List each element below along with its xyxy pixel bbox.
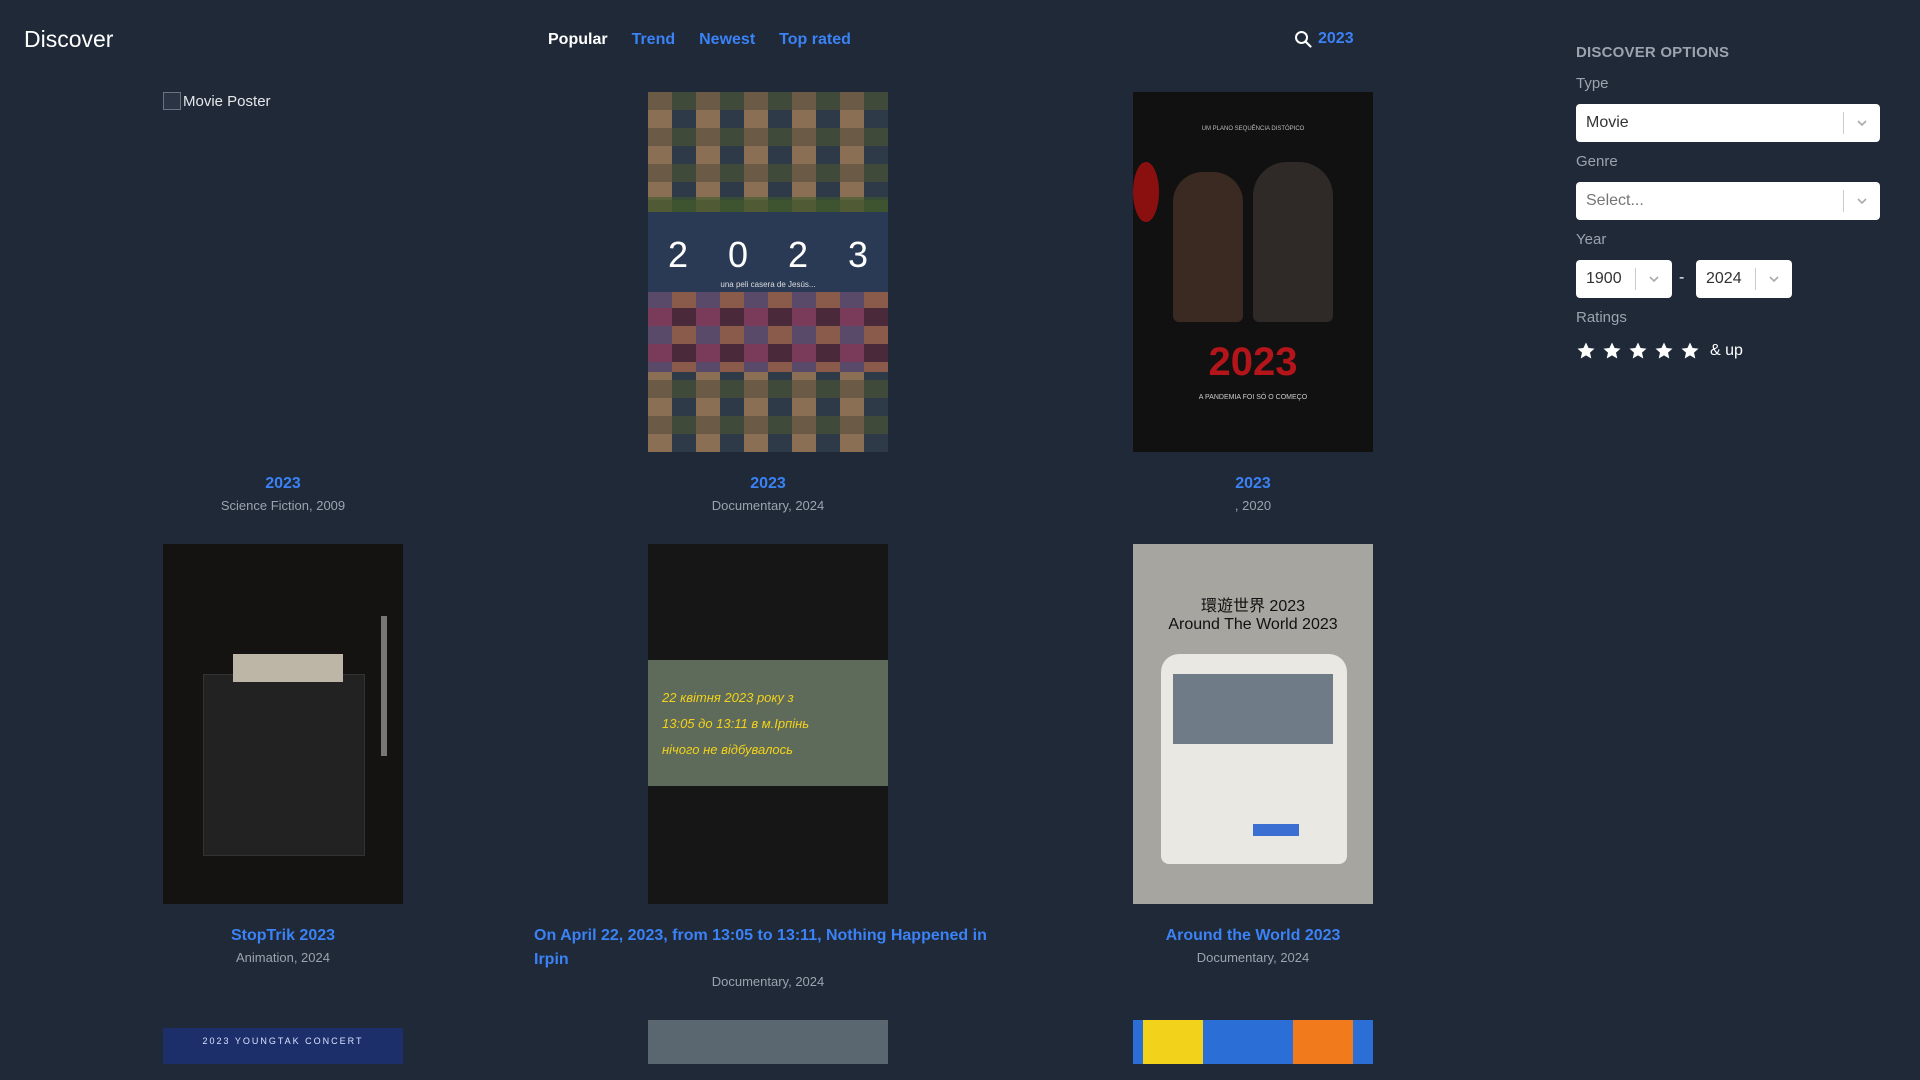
star-icon[interactable] bbox=[1680, 341, 1700, 361]
chevron-down-icon[interactable] bbox=[1756, 272, 1792, 286]
type-value: Movie bbox=[1586, 114, 1629, 131]
movie-card[interactable]: Movie Poster 2023 Science Fiction, 2009 bbox=[40, 92, 526, 513]
movie-poster[interactable] bbox=[163, 544, 403, 904]
poster-windshield bbox=[1173, 674, 1333, 744]
movie-card[interactable]: 2023 YOUNGTAK CONCERT bbox=[40, 1028, 526, 1064]
movie-poster[interactable]: 22 квітня 2023 року з 13:05 до 13:11 в м… bbox=[648, 544, 888, 904]
movie-card[interactable] bbox=[1010, 1020, 1496, 1064]
poster-text-line: нічого не відбувалось bbox=[662, 742, 793, 757]
poster-digit: 0 bbox=[727, 234, 749, 275]
discover-options-panel: DISCOVER OPTIONS Type Movie Genre Select… bbox=[1536, 0, 1920, 1080]
star-icon[interactable] bbox=[1628, 341, 1648, 361]
movie-meta: Documentary, 2024 bbox=[711, 498, 825, 513]
poster-paint bbox=[1293, 1020, 1353, 1064]
genre-placeholder: Select... bbox=[1586, 192, 1644, 209]
movie-poster[interactable]: 2 0 2 3 una peli casera de Jesús... bbox=[648, 92, 888, 452]
ratings-label: Ratings bbox=[1576, 309, 1627, 326]
tab-top-rated[interactable]: Top rated bbox=[779, 31, 851, 49]
poster-text-line: Around The World 2023 bbox=[1168, 616, 1338, 633]
poster-alt-text: Movie Poster bbox=[183, 92, 271, 110]
year-from-select[interactable]: 1900 bbox=[1576, 260, 1672, 298]
options-title: DISCOVER OPTIONS bbox=[1576, 44, 1730, 61]
year-from-value: 1900 bbox=[1586, 270, 1622, 287]
movie-card[interactable]: 2 0 2 3 una peli casera de Jesús... 2023… bbox=[525, 92, 1011, 513]
ratings-suffix: & up bbox=[1710, 342, 1743, 359]
type-label: Type bbox=[1576, 75, 1609, 92]
poster-plate bbox=[1253, 824, 1299, 836]
tab-trend[interactable]: Trend bbox=[632, 31, 676, 49]
movie-title[interactable]: On April 22, 2023, from 13:05 to 13:11, … bbox=[534, 924, 1011, 972]
year-label: Year bbox=[1576, 231, 1607, 248]
movie-card[interactable]: 22 квітня 2023 року з 13:05 до 13:11 в м… bbox=[525, 544, 1011, 989]
genre-select[interactable]: Select... bbox=[1576, 182, 1880, 220]
poster-digit: 2 bbox=[667, 234, 689, 275]
poster-digit: 3 bbox=[847, 234, 869, 275]
poster-figure-left bbox=[1173, 172, 1243, 322]
chevron-down-icon[interactable] bbox=[1844, 116, 1880, 130]
movie-card[interactable]: StopTrik 2023 Animation, 2024 bbox=[40, 544, 526, 965]
movie-title[interactable]: Around the World 2023 bbox=[1010, 924, 1496, 948]
movie-card[interactable] bbox=[525, 1020, 1011, 1064]
poster-rod bbox=[381, 616, 387, 756]
poster-year: 2023 bbox=[1208, 340, 1298, 384]
poster-splatter bbox=[1133, 162, 1159, 222]
search-link[interactable]: 2023 bbox=[1294, 30, 1354, 48]
type-select[interactable]: Movie bbox=[1576, 104, 1880, 142]
chevron-down-icon[interactable] bbox=[1844, 194, 1880, 208]
movie-title[interactable]: StopTrik 2023 bbox=[40, 924, 526, 948]
poster-text-line: 環遊世界 2023 bbox=[1200, 598, 1306, 615]
poster-digit: 2 bbox=[787, 234, 809, 275]
poster-machine bbox=[203, 674, 365, 856]
movie-card[interactable]: UM PLANO SEQUÊNCIA DISTÓPICO 2023 A PAND… bbox=[1010, 92, 1496, 513]
year-to-value: 2024 bbox=[1706, 270, 1742, 287]
search-query[interactable]: 2023 bbox=[1318, 30, 1354, 48]
chevron-down-icon[interactable] bbox=[1636, 272, 1672, 286]
brand-title[interactable]: Discover bbox=[24, 26, 113, 53]
star-icon[interactable] bbox=[1602, 341, 1622, 361]
search-icon bbox=[1295, 31, 1312, 48]
movie-poster[interactable]: 環遊世界 2023 Around The World 2023 bbox=[1133, 544, 1373, 904]
movie-poster[interactable] bbox=[648, 1020, 888, 1064]
main-content: Discover Popular Trend Newest Top rated … bbox=[0, 0, 1536, 1080]
poster-caption: una peli casera de Jesús... bbox=[720, 280, 816, 289]
movie-meta: Documentary, 2024 bbox=[711, 974, 825, 989]
poster-top-text: UM PLANO SEQUÊNCIA DISTÓPICO bbox=[1201, 126, 1305, 132]
poster-digits: 2 0 2 3 bbox=[648, 234, 888, 276]
star-icon[interactable] bbox=[1654, 341, 1674, 361]
movie-meta: Documentary, 2024 bbox=[1196, 950, 1310, 965]
movie-meta: Science Fiction, 2009 bbox=[220, 498, 346, 513]
poster-text-line: 13:05 до 13:11 в м.Ірпінь bbox=[662, 716, 810, 731]
movie-poster[interactable]: UM PLANO SEQUÊNCIA DISTÓPICO 2023 A PAND… bbox=[1133, 92, 1373, 452]
year-separator: - bbox=[1679, 269, 1685, 286]
movie-card[interactable]: 環遊世界 2023 Around The World 2023 Around t… bbox=[1010, 544, 1496, 965]
movie-poster-broken[interactable]: Movie Poster bbox=[163, 92, 403, 452]
poster-photo: 22 квітня 2023 року з 13:05 до 13:11 в м… bbox=[648, 660, 888, 786]
poster-tag: A PANDEMIA FOI SÓ O COMEÇO bbox=[1198, 394, 1308, 401]
poster-text-line: 22 квітня 2023 року з bbox=[662, 690, 794, 705]
movie-meta: Animation, 2024 bbox=[236, 950, 330, 965]
movie-title[interactable]: 2023 bbox=[40, 472, 526, 496]
broken-image: Movie Poster bbox=[163, 92, 271, 110]
sort-tabs: Popular Trend Newest Top rated bbox=[548, 31, 851, 49]
movie-meta: , 2020 bbox=[1234, 498, 1272, 513]
broken-image-icon bbox=[163, 92, 181, 110]
year-to-select[interactable]: 2024 bbox=[1696, 260, 1792, 298]
movie-title[interactable]: 2023 bbox=[525, 472, 1011, 496]
movie-poster[interactable] bbox=[1133, 1020, 1373, 1064]
poster-text: 2023 YOUNGTAK CONCERT bbox=[202, 1036, 364, 1046]
tab-newest[interactable]: Newest bbox=[699, 31, 755, 49]
star-icon[interactable] bbox=[1576, 341, 1596, 361]
poster-figure-right bbox=[1253, 162, 1333, 322]
ratings-stars[interactable]: & up bbox=[1576, 341, 1743, 361]
movie-title[interactable]: 2023 bbox=[1010, 472, 1496, 496]
genre-label: Genre bbox=[1576, 153, 1618, 170]
tab-popular[interactable]: Popular bbox=[548, 31, 608, 49]
poster-paint bbox=[1143, 1020, 1203, 1064]
poster-paper bbox=[233, 654, 343, 682]
movie-poster[interactable]: 2023 YOUNGTAK CONCERT bbox=[163, 1028, 403, 1064]
